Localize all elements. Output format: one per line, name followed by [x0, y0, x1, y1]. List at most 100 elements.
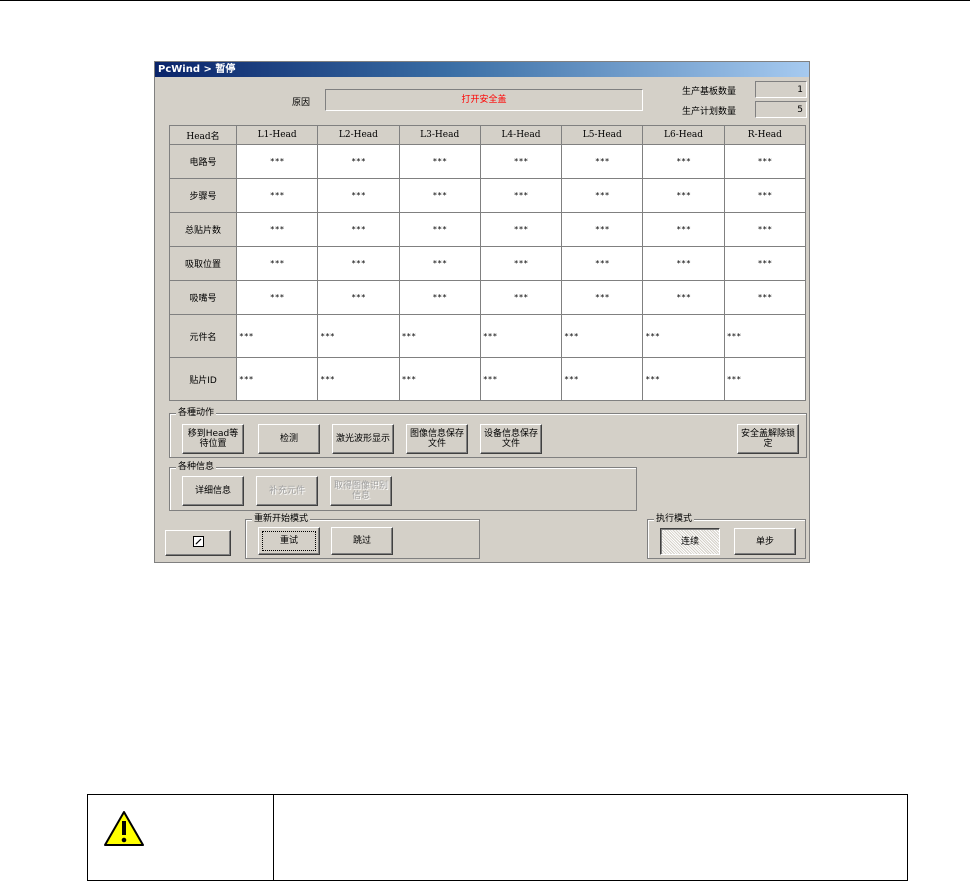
column-header: L3-Head [398, 125, 481, 145]
table-cell: *** [561, 280, 644, 315]
table-cell: *** [479, 280, 563, 315]
info-group: 各种信息 详细信息 补充元件 取得图像识别信息 [169, 461, 637, 511]
table-cell: *** [398, 144, 481, 179]
table-cell: *** [479, 144, 563, 179]
row-header: 贴片ID [169, 357, 237, 401]
row-header: 吸嘴号 [169, 280, 237, 315]
table-cell: *** [723, 280, 807, 315]
edit-button[interactable] [165, 530, 231, 556]
caution-divider [273, 795, 274, 880]
table-cell: *** [398, 246, 481, 281]
table-cell: *** [642, 280, 725, 315]
table-cell: *** [398, 280, 481, 315]
retry-button[interactable]: 重试 [258, 527, 320, 555]
table-row: 吸嘴号 *** *** *** *** *** *** *** [169, 280, 807, 315]
produced-count-field: 1 [755, 81, 807, 98]
table-cell: *** [642, 212, 725, 247]
table-cell: *** [235, 357, 319, 401]
skip-button[interactable]: 跳过 [331, 527, 393, 555]
table-row: 元件名 *** *** *** *** *** *** *** [169, 314, 807, 358]
table-cell: *** [642, 178, 725, 213]
image-error-info-button[interactable]: 取得图像识别信息 [330, 476, 392, 506]
table-cell: *** [723, 178, 807, 213]
row-header: 电路号 [169, 144, 237, 179]
table-cell: *** [235, 212, 319, 247]
restart-mode-title: 重新开始模式 [252, 513, 311, 525]
table-cell: *** [235, 314, 319, 358]
image-info-save-button[interactable]: 图像信息保存文件 [406, 424, 468, 454]
table-cell: *** [723, 144, 807, 179]
info-group-title: 各种信息 [176, 461, 217, 473]
table-cell: *** [317, 314, 400, 358]
row-header: 吸取位置 [169, 246, 237, 281]
column-header: L6-Head [642, 125, 725, 145]
pause-dialog: PcWind > 暂停 原因 打开安全盖 生产基板数量 1 生产计划数量 5 H… [154, 61, 810, 563]
table-cell: *** [561, 246, 644, 281]
table-cell: *** [561, 314, 644, 358]
page-header-rule [0, 0, 970, 1]
restart-mode-group: 重新开始模式 重试 跳过 [245, 513, 480, 559]
table-cell: *** [723, 212, 807, 247]
table-cell: *** [235, 246, 319, 281]
table-header-row: Head名 L1-Head L2-Head L3-Head L4-Head L5… [169, 125, 807, 145]
caution-notice [87, 794, 908, 881]
produced-count-label: 生产基板数量 [682, 87, 737, 97]
column-header: L1-Head [235, 125, 319, 145]
table-cell: *** [398, 178, 481, 213]
table-cell: *** [235, 178, 319, 213]
table-row: 电路号 *** *** *** *** *** *** *** [169, 144, 807, 179]
table-cell: *** [561, 178, 644, 213]
move-head-button[interactable]: 移到Head等待位置 [182, 424, 244, 454]
laser-waveform-button[interactable]: 激光波形显示 [332, 424, 394, 454]
table-cell: *** [317, 178, 400, 213]
table-cell: *** [642, 314, 725, 358]
table-row: 吸取位置 *** *** *** *** *** *** *** [169, 246, 807, 281]
table-cell: *** [723, 357, 807, 401]
row-header: 元件名 [169, 314, 237, 358]
table-cell: *** [235, 144, 319, 179]
table-cell: *** [479, 178, 563, 213]
table-cell: *** [317, 144, 400, 179]
planned-count-field: 5 [755, 101, 807, 118]
supplement-part-button[interactable]: 补充元件 [256, 476, 318, 506]
window-title: PcWind > 暂停 [155, 62, 809, 77]
detail-info-button[interactable]: 详细信息 [182, 476, 244, 506]
table-cell: *** [479, 212, 563, 247]
table-row: 步骤号 *** *** *** *** *** *** *** [169, 178, 807, 213]
unlock-cover-button[interactable]: 安全盖解除锁定 [737, 424, 799, 454]
table-cell: *** [561, 212, 644, 247]
table-cell: *** [723, 246, 807, 281]
table-row: 贴片ID *** *** *** *** *** *** *** [169, 357, 807, 401]
table-cell: *** [479, 314, 563, 358]
device-info-save-button[interactable]: 设备信息保存文件 [480, 424, 542, 454]
continuous-mode-button[interactable]: 连续 [660, 528, 720, 555]
table-cell: *** [398, 357, 481, 401]
table-cell: *** [561, 144, 644, 179]
column-header: L4-Head [479, 125, 563, 145]
table-row: 总贴片数 *** *** *** *** *** *** *** [169, 212, 807, 247]
table-cell: *** [317, 246, 400, 281]
table-corner-header: Head名 [169, 125, 237, 145]
planned-count-label: 生产计划数量 [682, 107, 737, 117]
step-mode-button[interactable]: 单步 [734, 528, 796, 555]
table-cell: *** [317, 357, 400, 401]
column-header: R-Head [723, 125, 807, 145]
actions-group: 各種动作 移到Head等待位置 检测 激光波形显示 图像信息保存文件 设备信息保… [169, 407, 807, 458]
table-cell: *** [398, 212, 481, 247]
table-cell: *** [642, 144, 725, 179]
table-cell: *** [723, 314, 807, 358]
detect-button[interactable]: 检测 [258, 424, 320, 454]
table-cell: *** [317, 212, 400, 247]
table-cell: *** [479, 357, 563, 401]
head-info-table: Head名 L1-Head L2-Head L3-Head L4-Head L5… [169, 125, 807, 401]
table-cell: *** [642, 246, 725, 281]
row-header: 总贴片数 [169, 212, 237, 247]
warning-icon [103, 810, 145, 852]
table-cell: *** [235, 280, 319, 315]
reason-field: 打开安全盖 [325, 89, 643, 111]
column-header: L5-Head [561, 125, 644, 145]
execution-mode-title: 执行模式 [654, 513, 695, 525]
edit-icon [192, 536, 204, 550]
reason-label: 原因 [292, 98, 311, 108]
execution-mode-group: 执行模式 连续 单步 [647, 513, 806, 559]
